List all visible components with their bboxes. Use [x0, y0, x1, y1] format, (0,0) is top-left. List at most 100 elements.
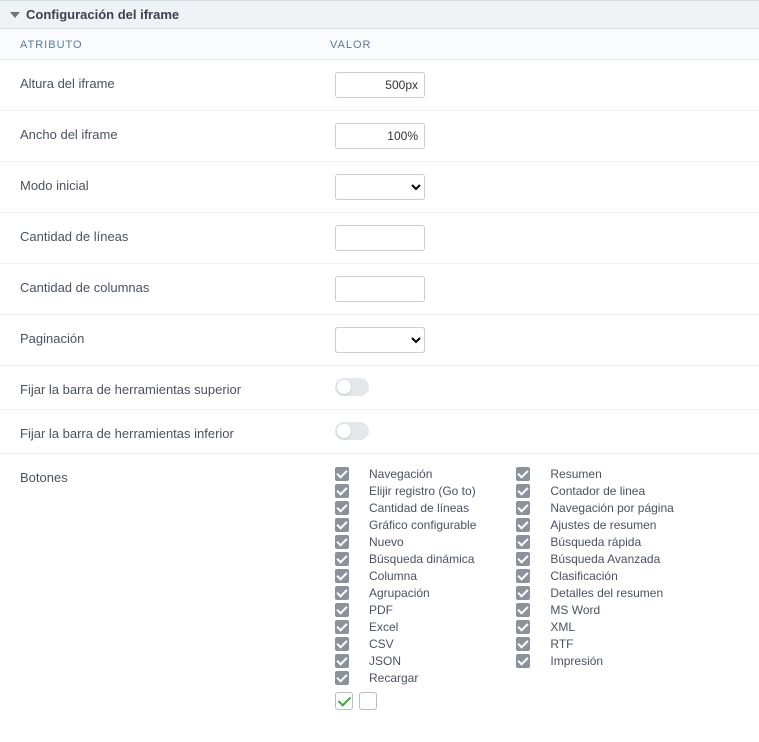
- check-all-button[interactable]: [335, 692, 353, 710]
- checkbox[interactable]: [335, 552, 349, 566]
- checkbox[interactable]: [335, 637, 349, 651]
- checkbox[interactable]: [516, 637, 530, 651]
- button-option: RTF: [516, 636, 673, 652]
- button-option-label: JSON: [369, 654, 401, 668]
- button-option-label: Detalles del resumen: [550, 586, 663, 600]
- checkbox[interactable]: [516, 620, 530, 634]
- row-fix-top-toolbar: Fijar la barra de herramientas superior: [0, 366, 759, 410]
- button-option: Gráfico configurable: [335, 517, 476, 533]
- toggle-fix-bottom-toolbar[interactable]: [335, 422, 369, 440]
- row-fix-bottom-toolbar: Fijar la barra de herramientas inferior: [0, 410, 759, 454]
- button-option-label: Nuevo: [369, 535, 404, 549]
- header-attribute: ATRIBUTO: [20, 39, 330, 51]
- button-option: Resumen: [516, 466, 673, 482]
- checkbox[interactable]: [516, 586, 530, 600]
- select-initial-mode[interactable]: [335, 174, 425, 200]
- toggle-knob: [337, 424, 351, 438]
- input-iframe-width[interactable]: [335, 123, 425, 149]
- buttons-grid: Navegación Elijir registro (Go to) Cantida…: [335, 466, 739, 686]
- button-option-label: Búsqueda Avanzada: [550, 552, 660, 566]
- button-option: PDF: [335, 602, 476, 618]
- checkbox[interactable]: [335, 671, 349, 685]
- button-option: Cantidad de líneas: [335, 500, 476, 516]
- label-cols-qty: Cantidad de columnas: [20, 276, 330, 295]
- checkbox[interactable]: [335, 569, 349, 583]
- button-option: Ajustes de resumen: [516, 517, 673, 533]
- button-option: CSV: [335, 636, 476, 652]
- button-option-label: Navegación: [369, 467, 432, 481]
- checkbox[interactable]: [516, 484, 530, 498]
- master-checkbox-row: [335, 692, 739, 710]
- button-option: Nuevo: [335, 534, 476, 550]
- checkbox[interactable]: [516, 552, 530, 566]
- button-option-label: Columna: [369, 569, 417, 583]
- button-option-label: PDF: [369, 603, 393, 617]
- button-option: Detalles del resumen: [516, 585, 673, 601]
- button-option-label: RTF: [550, 637, 573, 651]
- button-option-label: Navegación por página: [550, 501, 673, 515]
- checkbox[interactable]: [335, 603, 349, 617]
- button-option-label: Búsqueda dinámica: [369, 552, 474, 566]
- row-iframe-width: Ancho del iframe: [0, 111, 759, 162]
- checkbox[interactable]: [516, 603, 530, 617]
- button-option: XML: [516, 619, 673, 635]
- button-option-label: Contador de linea: [550, 484, 645, 498]
- button-option-label: Gráfico configurable: [369, 518, 476, 532]
- button-option-label: Impresión: [550, 654, 603, 668]
- button-option: Búsqueda Avanzada: [516, 551, 673, 567]
- button-option: JSON: [335, 653, 476, 669]
- checkbox[interactable]: [516, 518, 530, 532]
- checkbox[interactable]: [516, 569, 530, 583]
- panel-title: Configuración del iframe: [26, 7, 179, 22]
- toggle-fix-top-toolbar[interactable]: [335, 378, 369, 396]
- checkbox[interactable]: [335, 501, 349, 515]
- checkbox[interactable]: [335, 484, 349, 498]
- checkbox[interactable]: [335, 535, 349, 549]
- header-value: VALOR: [330, 39, 739, 51]
- panel-header[interactable]: Configuración del iframe: [0, 0, 759, 29]
- button-option: Navegación por página: [516, 500, 673, 516]
- button-option: MS Word: [516, 602, 673, 618]
- label-fix-bottom-toolbar: Fijar la barra de herramientas inferior: [20, 422, 330, 441]
- label-pagination: Paginación: [20, 327, 330, 346]
- button-option: Búsqueda rápida: [516, 534, 673, 550]
- uncheck-all-button[interactable]: [359, 692, 377, 710]
- checkbox[interactable]: [335, 467, 349, 481]
- label-initial-mode: Modo inicial: [20, 174, 330, 193]
- input-lines-qty[interactable]: [335, 225, 425, 251]
- select-pagination[interactable]: [335, 327, 425, 353]
- button-option-label: Clasificación: [550, 569, 617, 583]
- input-iframe-height[interactable]: [335, 72, 425, 98]
- button-option-label: Ajustes de resumen: [550, 518, 656, 532]
- buttons-column-right: Resumen Contador de linea Navegación por p…: [516, 466, 673, 686]
- column-headers: ATRIBUTO VALOR: [0, 29, 759, 60]
- checkbox[interactable]: [335, 586, 349, 600]
- button-option: Columna: [335, 568, 476, 584]
- button-option: Clasificación: [516, 568, 673, 584]
- row-cols-qty: Cantidad de columnas: [0, 264, 759, 315]
- collapse-icon: [10, 12, 20, 18]
- button-option-label: Excel: [369, 620, 398, 634]
- button-option: Búsqueda dinámica: [335, 551, 476, 567]
- checkbox[interactable]: [335, 654, 349, 668]
- label-iframe-height: Altura del iframe: [20, 72, 330, 91]
- checkbox[interactable]: [335, 518, 349, 532]
- button-option-label: Elijir registro (Go to): [369, 484, 476, 498]
- label-fix-top-toolbar: Fijar la barra de herramientas superior: [20, 378, 330, 397]
- button-option: Agrupación: [335, 585, 476, 601]
- button-option: Excel: [335, 619, 476, 635]
- button-option-label: Agrupación: [369, 586, 430, 600]
- button-option: Navegación: [335, 466, 476, 482]
- button-option: Contador de linea: [516, 483, 673, 499]
- checkbox[interactable]: [516, 654, 530, 668]
- input-cols-qty[interactable]: [335, 276, 425, 302]
- checkbox[interactable]: [335, 620, 349, 634]
- checkbox[interactable]: [516, 535, 530, 549]
- button-option-label: Recargar: [369, 671, 418, 685]
- row-iframe-height: Altura del iframe: [0, 60, 759, 111]
- button-option: Impresión: [516, 653, 673, 669]
- row-buttons: Botones NavegaciónElijir registro (Go to…: [0, 454, 759, 722]
- button-option-label: MS Word: [550, 603, 600, 617]
- checkbox[interactable]: [516, 501, 530, 515]
- checkbox[interactable]: [516, 467, 530, 481]
